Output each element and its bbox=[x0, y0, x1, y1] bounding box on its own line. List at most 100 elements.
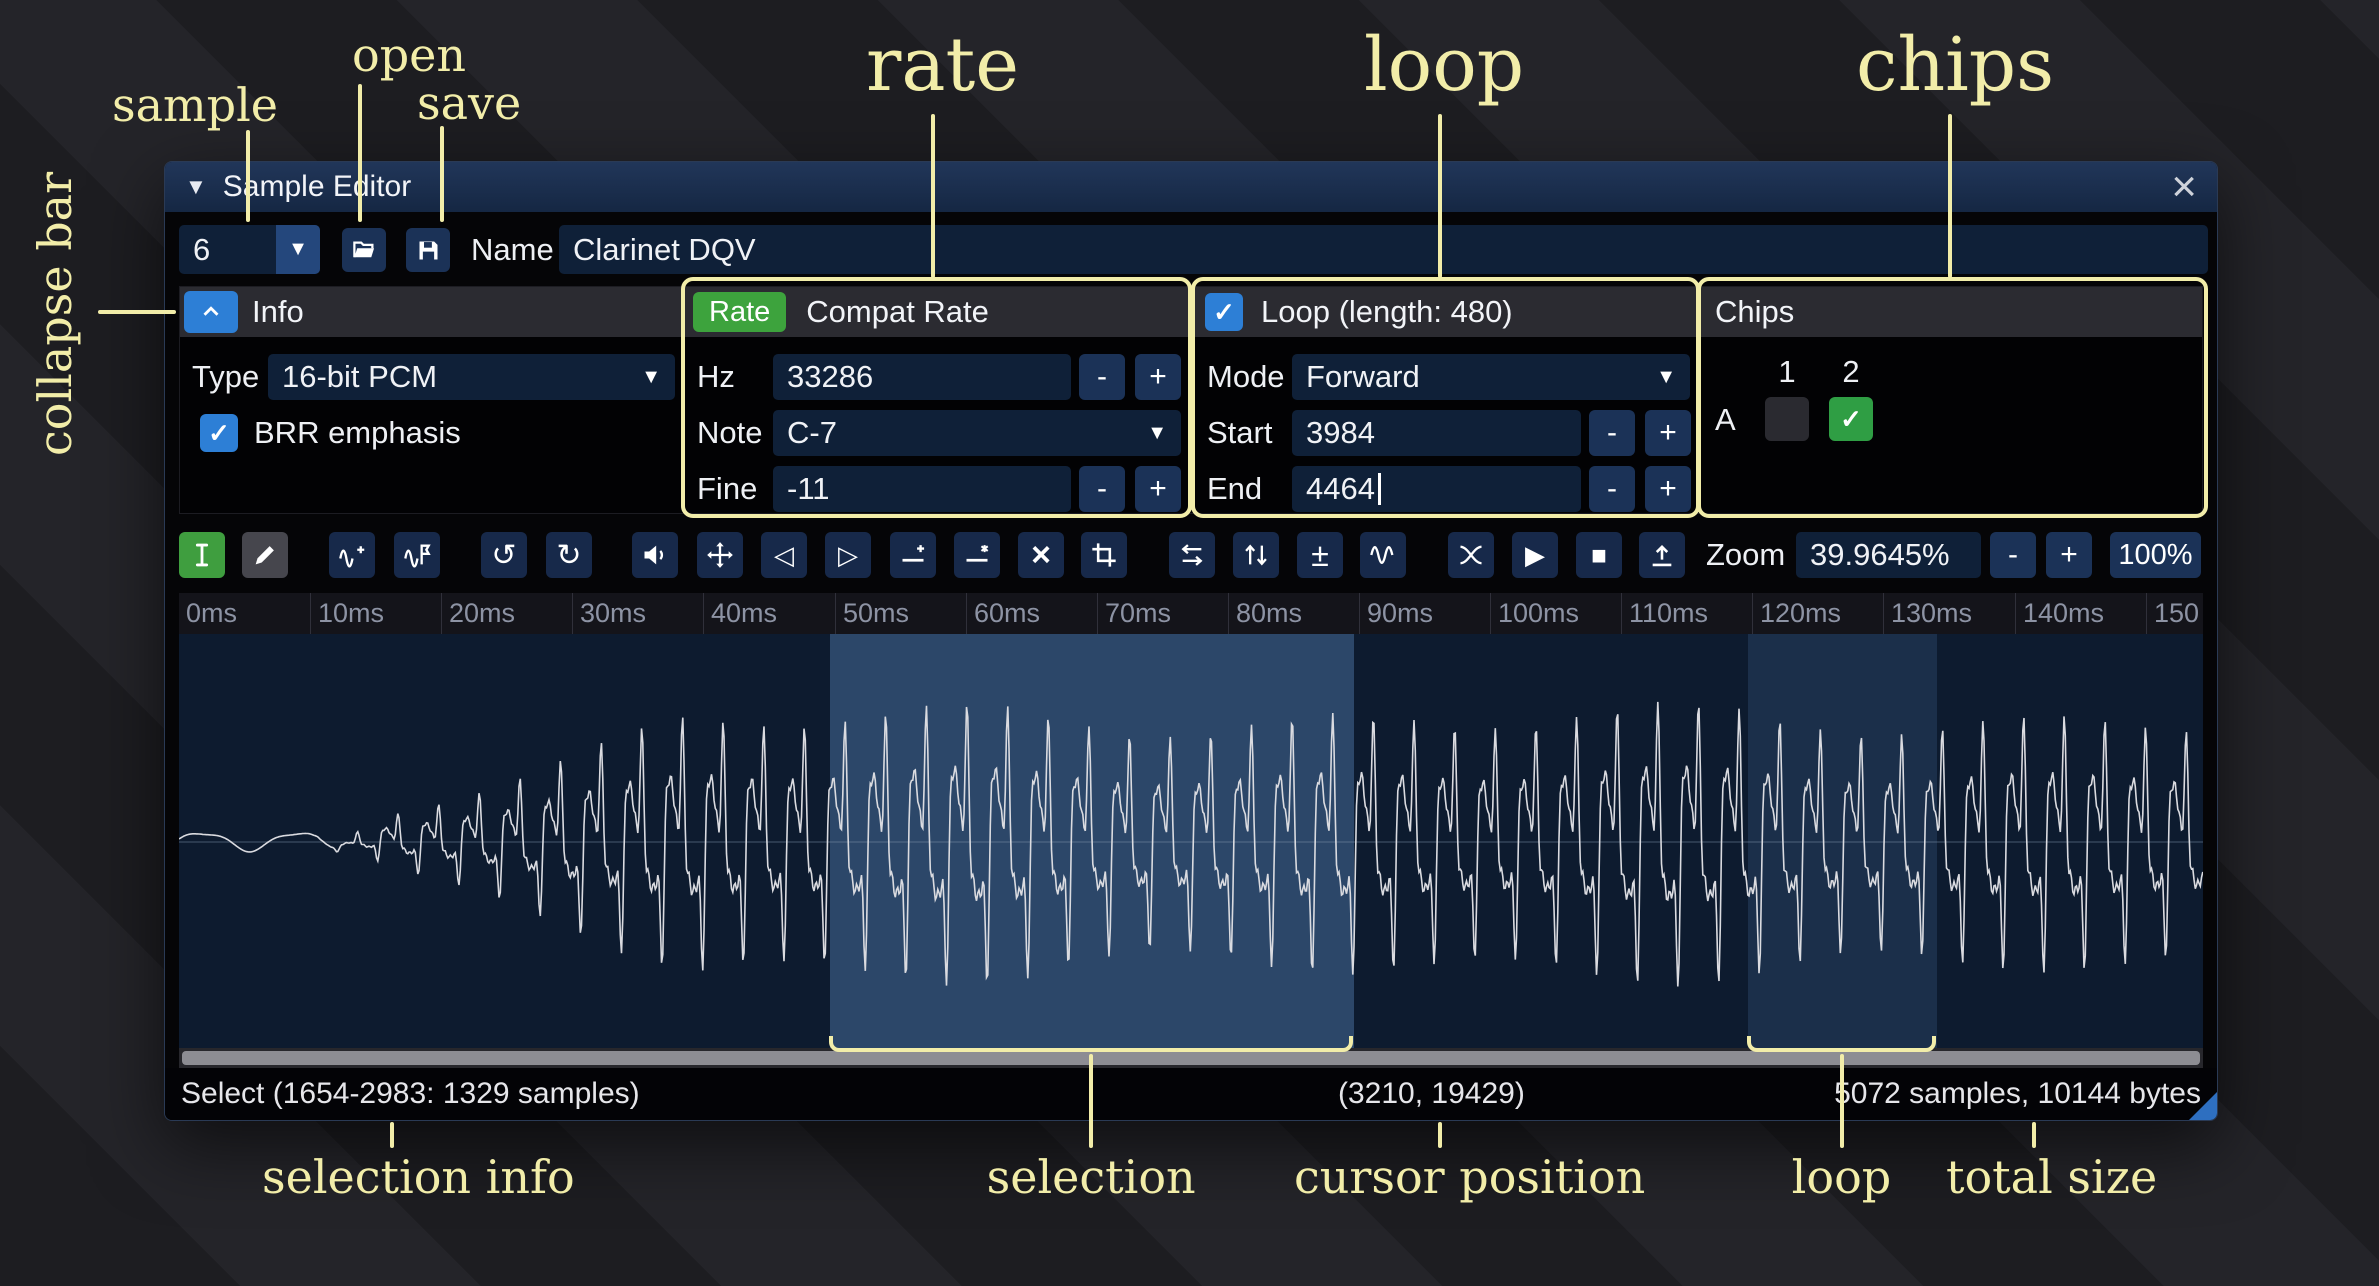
loop-start-plus-button[interactable]: + bbox=[1645, 410, 1691, 456]
titlebar[interactable]: ▼ Sample Editor × bbox=[165, 162, 2217, 212]
select-mode-button[interactable] bbox=[179, 532, 225, 578]
preview-play-button[interactable]: ▶ bbox=[1512, 532, 1558, 578]
annotation-chips-label: chips bbox=[1856, 22, 2054, 108]
upload-sample-button[interactable] bbox=[1639, 532, 1685, 578]
resample-button[interactable] bbox=[394, 532, 440, 578]
fine-input[interactable]: -11 bbox=[773, 466, 1071, 512]
sign-button[interactable]: ± bbox=[1297, 532, 1343, 578]
timeline-ruler[interactable]: 0ms 10ms 20ms 30ms 40ms 50ms 60ms 70ms 8… bbox=[179, 593, 2203, 635]
crossfade-button[interactable] bbox=[1448, 532, 1494, 578]
cross-curves-icon bbox=[1457, 541, 1485, 569]
upload-icon bbox=[1648, 541, 1676, 569]
ruler-label: 60ms bbox=[966, 593, 1040, 634]
draw-mode-button[interactable] bbox=[242, 532, 288, 578]
brr-emphasis-label: BRR emphasis bbox=[254, 410, 461, 456]
cursor-position-text: (3210, 19429) bbox=[1338, 1068, 1525, 1120]
sample-name-input[interactable]: Clarinet DQV bbox=[559, 225, 2208, 274]
zoom-label: Zoom bbox=[1706, 529, 1785, 581]
save-button[interactable] bbox=[406, 228, 450, 272]
waveform-svg bbox=[179, 634, 2203, 1048]
redo-button[interactable]: ↻ bbox=[546, 532, 592, 578]
chip-a1-checkbox[interactable] bbox=[1765, 397, 1809, 441]
ruler-label: 90ms bbox=[1359, 593, 1433, 634]
crop-icon bbox=[1090, 541, 1118, 569]
scrollbar-thumb[interactable] bbox=[182, 1051, 2200, 1065]
loop-section: ✓ Loop (length: 480) Mode Forward ▼ Star… bbox=[1194, 286, 1700, 514]
apply-silence-button[interactable] bbox=[954, 532, 1000, 578]
waveform-scrollbar[interactable] bbox=[179, 1048, 2203, 1068]
undo-button[interactable]: ↺ bbox=[481, 532, 527, 578]
toolbar: ↺ ↻ ◁ ▷ × ± ▶ ■ bbox=[165, 529, 2217, 581]
arrows-leftright-icon bbox=[1178, 541, 1206, 569]
loop-start-minus-button[interactable]: - bbox=[1589, 410, 1635, 456]
loop-start-value: 3984 bbox=[1306, 415, 1375, 451]
status-bar: Select (1654-2983: 1329 samples) (3210, … bbox=[165, 1068, 2217, 1120]
file-row: 6 ▼ Name Clarinet DQV bbox=[165, 225, 2217, 274]
sample-selector[interactable]: 6 ▼ bbox=[179, 225, 320, 274]
redo-icon: ↻ bbox=[556, 538, 581, 573]
sine-wave-icon bbox=[1369, 541, 1397, 569]
speaker-icon bbox=[641, 541, 669, 569]
open-button[interactable] bbox=[342, 228, 386, 272]
fade-in-button[interactable]: ◁ bbox=[761, 532, 807, 578]
loop-start-input[interactable]: 3984 bbox=[1292, 410, 1581, 456]
sections-row: Info Type 16-bit PCM ▼ ✓ BRR emphasis Ra… bbox=[179, 286, 2203, 514]
check-icon: ✓ bbox=[1213, 297, 1235, 328]
chips-header-label: Chips bbox=[1715, 294, 1794, 330]
ruler-label: 150 bbox=[2146, 593, 2199, 634]
sample-name-value: Clarinet DQV bbox=[573, 232, 756, 268]
loop-end-plus-button[interactable]: + bbox=[1645, 466, 1691, 512]
zoom-value: 39.9645% bbox=[1810, 537, 1950, 573]
chevron-down-icon[interactable]: ▼ bbox=[276, 225, 320, 274]
loop-header: ✓ Loop (length: 480) bbox=[1195, 287, 1699, 337]
insert-silence-button[interactable] bbox=[890, 532, 936, 578]
trim-button[interactable] bbox=[1081, 532, 1127, 578]
plus-minus-icon: ± bbox=[1311, 537, 1329, 574]
delete-button[interactable]: × bbox=[1018, 532, 1064, 578]
ruler-label: 80ms bbox=[1228, 593, 1302, 634]
amplify-button[interactable] bbox=[632, 532, 678, 578]
reverse-button[interactable] bbox=[1169, 532, 1215, 578]
brr-emphasis-checkbox[interactable]: ✓ bbox=[200, 414, 238, 452]
save-icon bbox=[415, 237, 442, 264]
window-collapse-icon[interactable]: ▼ bbox=[185, 174, 207, 200]
ibeam-cursor-icon bbox=[188, 541, 216, 569]
zoom-in-button[interactable]: + bbox=[2046, 532, 2092, 578]
info-collapse-button[interactable] bbox=[184, 291, 238, 333]
loop-end-minus-button[interactable]: - bbox=[1589, 466, 1635, 512]
resize-button[interactable] bbox=[329, 532, 375, 578]
waveform-display[interactable] bbox=[179, 634, 2203, 1048]
annotation-cursor-position-label: cursor position bbox=[1294, 1150, 1645, 1204]
normalize-button[interactable] bbox=[697, 532, 743, 578]
close-icon[interactable]: × bbox=[2171, 165, 2197, 209]
loop-end-input[interactable]: 4464 bbox=[1292, 466, 1581, 512]
invert-button[interactable] bbox=[1233, 532, 1279, 578]
annotation-selection-label: selection bbox=[987, 1150, 1196, 1204]
fine-minus-button[interactable]: - bbox=[1079, 466, 1125, 512]
hz-input[interactable]: 33286 bbox=[773, 354, 1071, 400]
filter-button[interactable] bbox=[1360, 532, 1406, 578]
zoom-input[interactable]: 39.9645% bbox=[1796, 532, 1981, 578]
preview-stop-button[interactable]: ■ bbox=[1576, 532, 1622, 578]
hz-plus-button[interactable]: + bbox=[1135, 354, 1181, 400]
zoom-reset-button[interactable]: 100% bbox=[2110, 532, 2201, 578]
loop-mode-dropdown[interactable]: Forward ▼ bbox=[1292, 354, 1690, 400]
info-header-label: Info bbox=[252, 294, 304, 330]
annotation-line bbox=[390, 1122, 394, 1148]
chevron-down-icon: ▼ bbox=[1147, 422, 1167, 445]
fine-plus-button[interactable]: + bbox=[1135, 466, 1181, 512]
check-icon: ✓ bbox=[208, 418, 230, 449]
fade-out-button[interactable]: ▷ bbox=[825, 532, 871, 578]
chevron-down-icon: ▼ bbox=[1656, 366, 1676, 389]
pencil-icon bbox=[251, 541, 279, 569]
annotation-total-size-label: total size bbox=[1946, 1150, 2157, 1204]
zoom-out-button[interactable]: - bbox=[1990, 532, 2036, 578]
note-dropdown[interactable]: C-7 ▼ bbox=[773, 410, 1181, 456]
chip-a2-checkbox[interactable]: ✓ bbox=[1829, 397, 1873, 441]
type-dropdown[interactable]: 16-bit PCM ▼ bbox=[268, 354, 675, 400]
hz-value: 33286 bbox=[787, 359, 873, 395]
hz-minus-button[interactable]: - bbox=[1079, 354, 1125, 400]
rate-button[interactable]: Rate bbox=[693, 292, 786, 332]
loop-enable-checkbox[interactable]: ✓ bbox=[1205, 293, 1243, 331]
resize-grip[interactable] bbox=[2189, 1092, 2217, 1120]
